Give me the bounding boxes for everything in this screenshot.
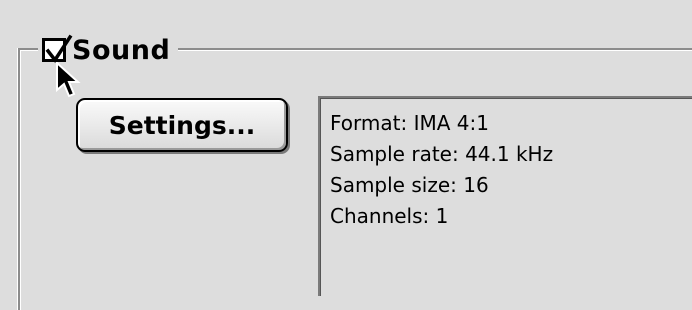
channels-line: Channels: 1 (330, 204, 449, 228)
checkmark-icon (45, 34, 73, 64)
sound-format-info-panel: Format: IMA 4:1 Sample rate: 44.1 kHz Sa… (318, 96, 692, 296)
sample-rate-line: Sample rate: 44.1 kHz (330, 142, 554, 166)
settings-button[interactable]: Settings... (76, 98, 288, 152)
sample-size-line: Sample size: 16 (330, 173, 489, 197)
arrow-cursor-icon (56, 62, 81, 98)
sound-label: Sound (72, 34, 171, 66)
format-line: Format: IMA 4:1 (330, 111, 489, 135)
sound-checkbox[interactable] (42, 34, 73, 64)
